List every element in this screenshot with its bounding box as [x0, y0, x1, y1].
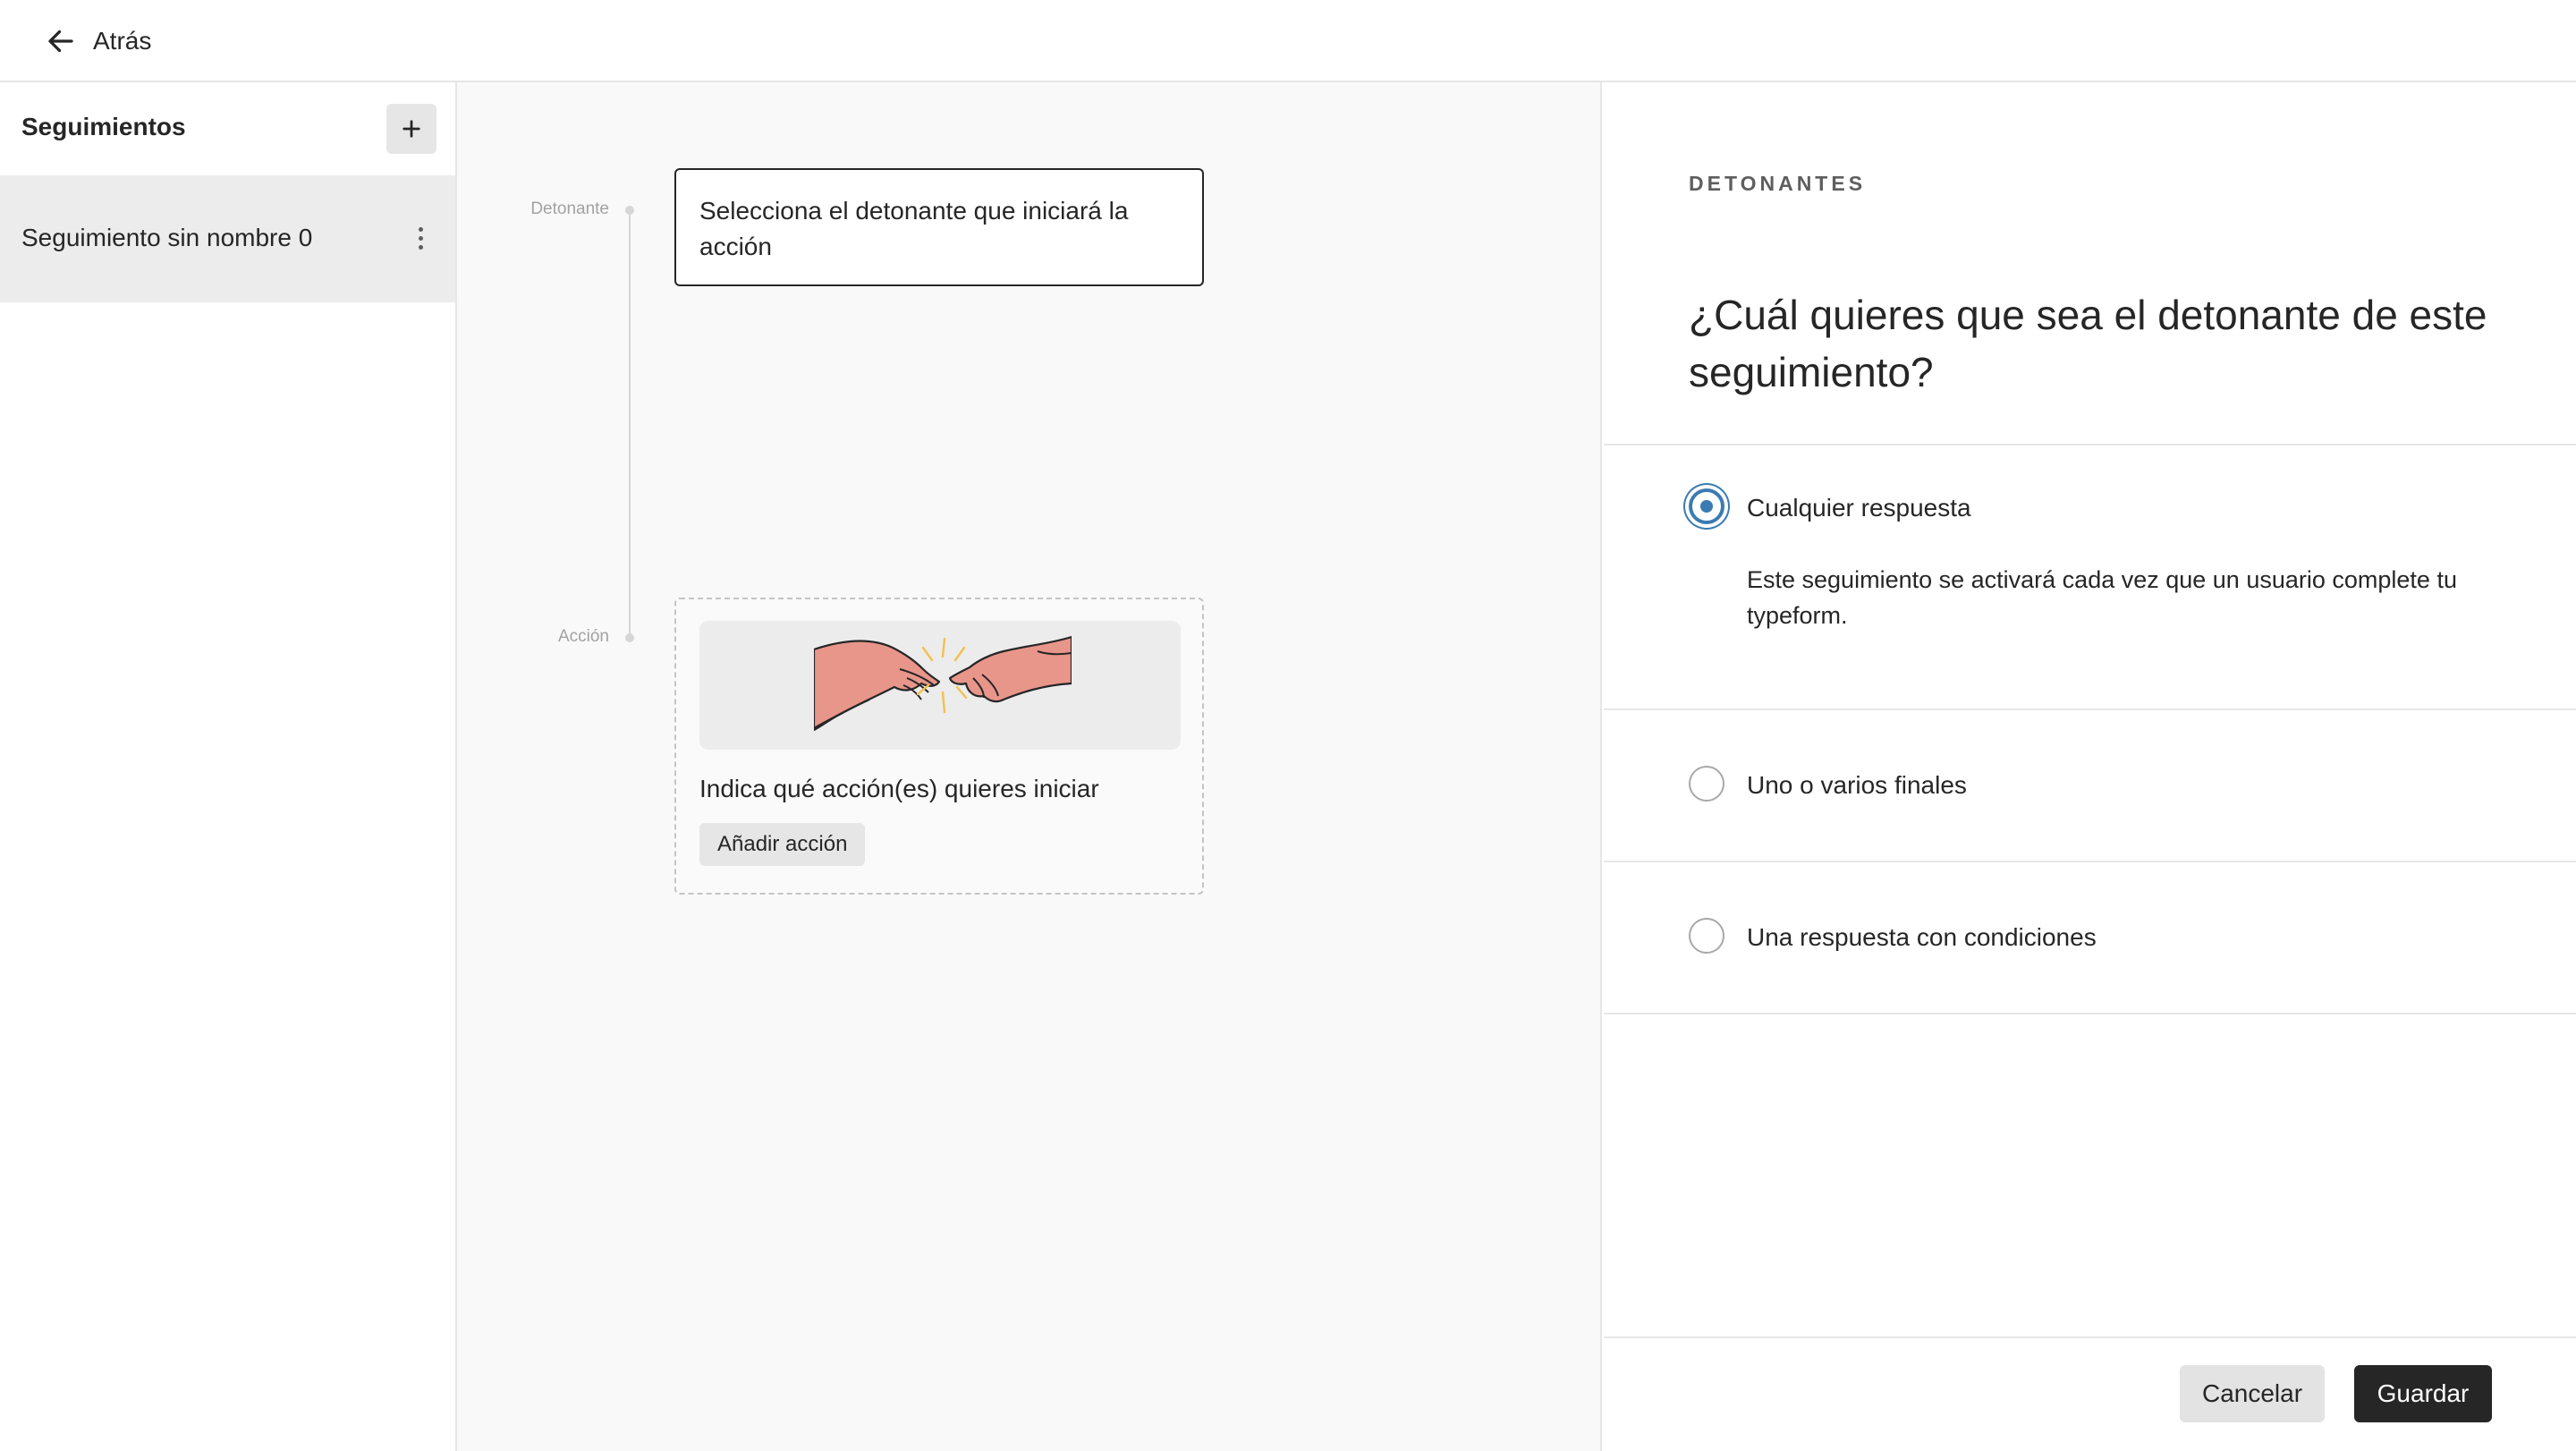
radio-conditional-response[interactable] [1689, 918, 1724, 954]
radio-any-response[interactable] [1689, 488, 1724, 524]
hands-touching-illustration [814, 635, 1072, 732]
top-bar: Atrás [0, 0, 2576, 82]
trigger-node-dot [625, 206, 634, 215]
kebab-menu-icon[interactable] [406, 220, 435, 256]
sidebar-item-followup[interactable]: Seguimiento sin nombre 0 [0, 175, 455, 302]
panel-question: ¿Cuál quieres que sea el detonante de es… [1689, 292, 2487, 395]
action-illustration-box [699, 621, 1181, 750]
sidebar-header: Seguimientos [0, 82, 455, 175]
option-label: Una respuesta con condiciones [1747, 923, 2097, 951]
trigger-card-text: Selecciona el detonante que iniciará la … [699, 197, 1129, 260]
divider [1604, 1013, 2576, 1014]
trigger-settings-panel: DETONANTES ¿Cuál quieres que sea el deto… [1604, 82, 2576, 1451]
option-endings[interactable]: Uno o varios finales [1604, 710, 2576, 861]
action-title: Indica qué acción(es) quieres iniciar [699, 775, 1099, 802]
trigger-card[interactable]: Selecciona el detonante que iniciará la … [674, 168, 1204, 286]
panel-eyebrow: DETONANTES [1689, 172, 1867, 195]
footer-divider [1604, 1336, 2576, 1338]
cancel-button[interactable]: Cancelar [2180, 1365, 2325, 1422]
option-conditional-response[interactable]: Una respuesta con condiciones [1604, 862, 2576, 1013]
option-label: Cualquier respuesta [1747, 494, 1971, 522]
action-card: Indica qué acción(es) quieres iniciar Añ… [674, 598, 1204, 895]
action-node-dot [625, 633, 634, 642]
radio-endings[interactable] [1689, 766, 1724, 802]
sidebar: Seguimientos Seguimiento sin nombre 0 [0, 82, 457, 1451]
sidebar-title: Seguimientos [21, 113, 186, 140]
action-node-label: Acción [557, 627, 609, 646]
add-followup-button[interactable] [386, 104, 436, 154]
sidebar-item-label: Seguimiento sin nombre 0 [21, 224, 313, 251]
trigger-node-label: Detonante [530, 199, 609, 218]
option-label: Uno o varios finales [1747, 771, 1967, 799]
arrow-left-icon [48, 30, 73, 53]
back-label: Atrás [93, 27, 152, 55]
add-action-button[interactable]: Añadir acción [699, 823, 866, 866]
option-any-response[interactable]: Cualquier respuesta Este seguimiento se … [1604, 445, 2576, 710]
plus-icon [402, 120, 420, 138]
flow-canvas: Detonante Acción Selecciona el detonante… [457, 82, 1602, 1451]
back-link[interactable]: Atrás [45, 20, 151, 63]
option-description: Este seguimiento se activará cada vez qu… [1747, 566, 2457, 629]
flow-connector-line [629, 211, 631, 637]
save-button[interactable]: Guardar [2354, 1365, 2492, 1422]
